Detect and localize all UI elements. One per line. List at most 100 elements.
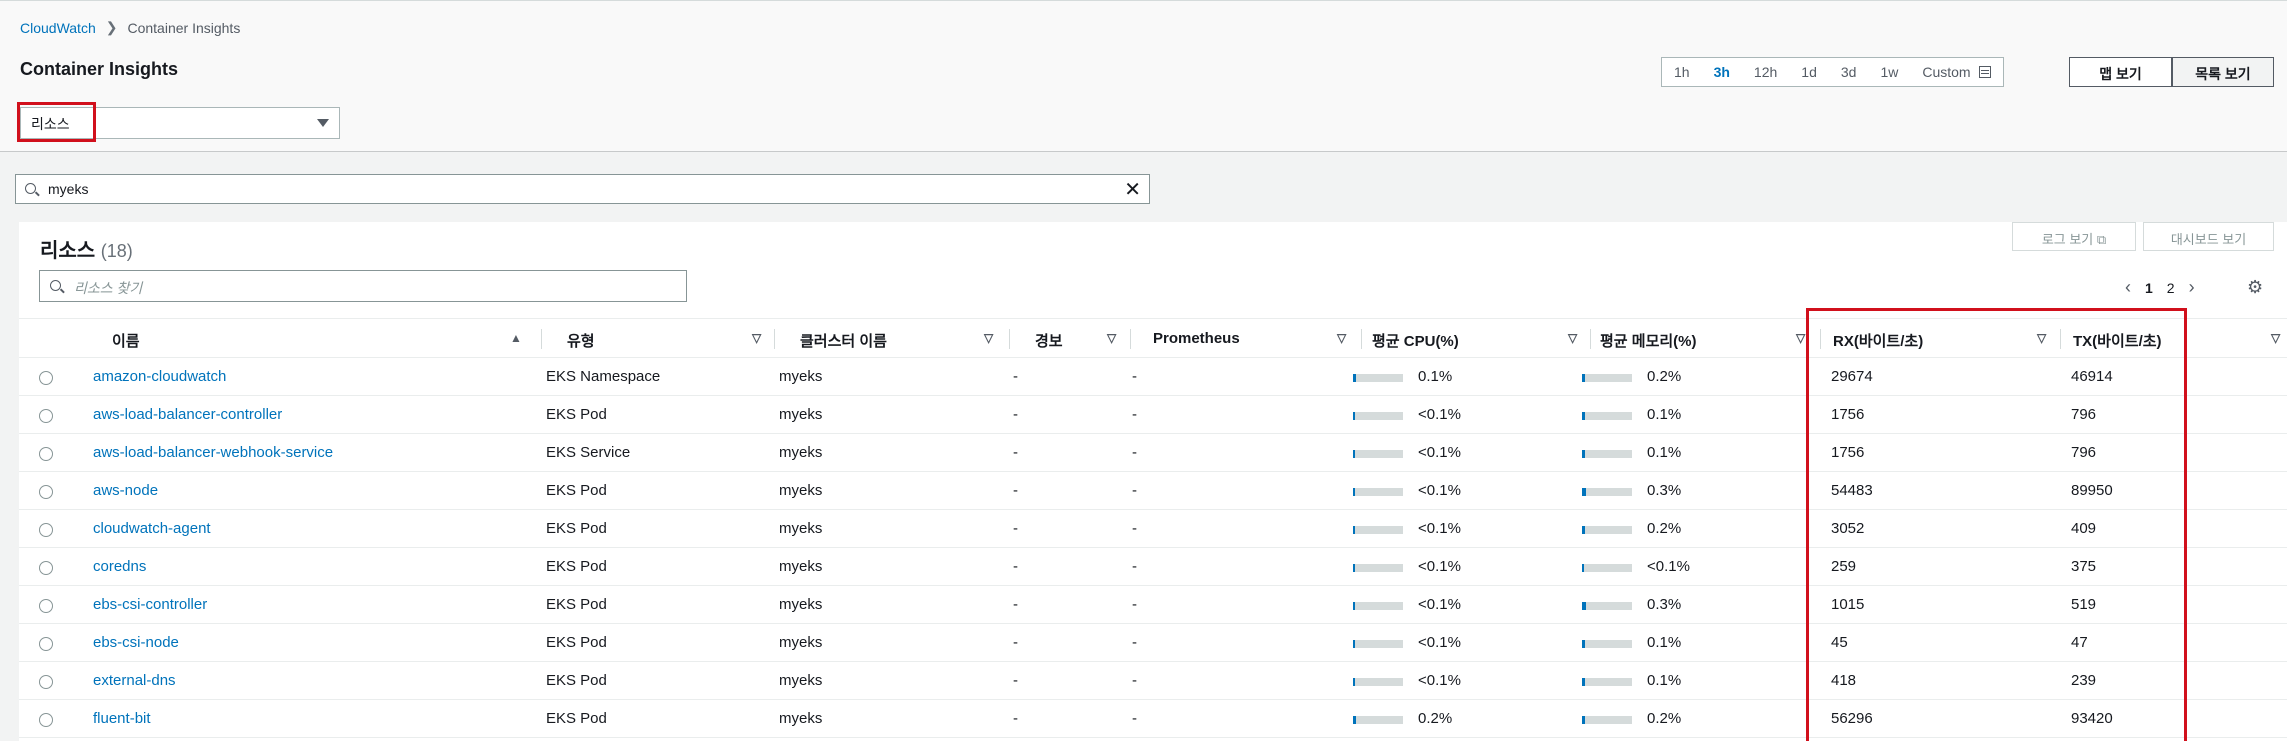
memory-usage-bar bbox=[1582, 564, 1632, 572]
cpu-usage-bar bbox=[1353, 678, 1403, 686]
prometheus-value: - bbox=[1132, 520, 1137, 537]
column-header-cpu[interactable]: 평균 CPU(%) ▽ bbox=[1362, 319, 1591, 359]
breadcrumb: CloudWatch ❯ Container Insights bbox=[20, 19, 240, 36]
panel-title-text: 리소스 bbox=[40, 240, 96, 262]
cluster-name: myeks bbox=[779, 368, 823, 385]
time-range-3d[interactable]: 3d bbox=[1829, 58, 1869, 86]
row-select-radio[interactable] bbox=[39, 675, 53, 689]
resource-name-link[interactable]: ebs-csi-controller bbox=[93, 586, 207, 624]
memory-value: 0.1% bbox=[1647, 444, 1682, 461]
row-select-radio[interactable] bbox=[39, 561, 53, 575]
row-select-radio[interactable] bbox=[39, 523, 53, 537]
resource-name-link[interactable]: amazon-cloudwatch bbox=[93, 358, 226, 396]
sort-ascending-icon[interactable]: ▲ bbox=[510, 331, 522, 345]
breadcrumb-cloudwatch-link[interactable]: CloudWatch bbox=[20, 20, 96, 36]
sort-icon[interactable]: ▽ bbox=[1796, 331, 1805, 345]
memory-usage-bar bbox=[1582, 602, 1632, 610]
column-header-cluster[interactable]: 클러스터 이름 ▽ bbox=[775, 319, 1010, 359]
resource-name-link[interactable]: coredns bbox=[93, 548, 146, 586]
resource-type: EKS Pod bbox=[546, 482, 607, 499]
calendar-icon bbox=[1978, 66, 1991, 78]
sort-icon[interactable]: ▽ bbox=[2271, 331, 2280, 345]
row-select-radio[interactable] bbox=[39, 713, 53, 727]
resource-type: EKS Pod bbox=[546, 558, 607, 575]
sort-icon[interactable]: ▽ bbox=[984, 331, 993, 345]
map-view-button[interactable]: 맵 보기 bbox=[2069, 57, 2172, 87]
view-logs-button[interactable]: 로그 보기 ⧉ bbox=[2012, 222, 2136, 251]
cpu-usage-bar bbox=[1353, 412, 1403, 420]
time-range-3h[interactable]: 3h bbox=[1702, 58, 1742, 86]
column-header-memory[interactable]: 평균 메모리(%) ▽ bbox=[1591, 319, 1821, 359]
sort-icon[interactable]: ▽ bbox=[1337, 331, 1346, 345]
alarm-value: - bbox=[1013, 672, 1018, 689]
cpu-value: <0.1% bbox=[1418, 672, 1461, 689]
resource-type: EKS Namespace bbox=[546, 368, 661, 385]
cpu-usage-bar bbox=[1353, 488, 1403, 496]
memory-usage-bar bbox=[1582, 412, 1632, 420]
row-select-radio[interactable] bbox=[39, 599, 53, 613]
prometheus-value: - bbox=[1132, 482, 1137, 499]
cpu-usage-bar bbox=[1353, 564, 1403, 572]
time-range-1w[interactable]: 1w bbox=[1868, 58, 1910, 86]
list-view-button[interactable]: 목록 보기 bbox=[2172, 57, 2274, 87]
row-select-radio[interactable] bbox=[39, 447, 53, 461]
alarm-value: - bbox=[1013, 710, 1018, 727]
cpu-value: <0.1% bbox=[1418, 520, 1461, 537]
resource-name-link[interactable]: aws-load-balancer-controller bbox=[93, 396, 282, 434]
clear-icon[interactable]: ✕ bbox=[1124, 177, 1141, 202]
row-select-radio[interactable] bbox=[39, 409, 53, 423]
view-dashboard-button[interactable]: 대시보드 보기 bbox=[2143, 222, 2274, 251]
column-header-prometheus[interactable]: Prometheus ▽ bbox=[1131, 319, 1362, 359]
sort-icon[interactable]: ▽ bbox=[752, 331, 761, 345]
cpu-usage-bar bbox=[1353, 374, 1403, 382]
gear-icon[interactable]: ⚙ bbox=[2247, 277, 2263, 298]
row-select-radio[interactable] bbox=[39, 371, 53, 385]
time-range-custom-label: Custom bbox=[1922, 64, 1971, 80]
resource-search-input[interactable]: 리소스 찾기 bbox=[39, 270, 687, 302]
column-header-name-label: 이름 bbox=[112, 333, 140, 350]
page-2[interactable]: 2 bbox=[2167, 280, 2175, 296]
column-header-name[interactable]: 이름 ▲ bbox=[74, 319, 542, 359]
resource-name-link[interactable]: external-dns bbox=[93, 662, 176, 700]
alarm-value: - bbox=[1013, 482, 1018, 499]
cpu-value: <0.1% bbox=[1418, 406, 1461, 423]
column-header-prometheus-label: Prometheus bbox=[1153, 330, 1240, 347]
memory-value: 0.3% bbox=[1647, 596, 1682, 613]
cpu-value: <0.1% bbox=[1418, 482, 1461, 499]
column-header-type[interactable]: 유형 ▽ bbox=[542, 319, 775, 359]
cluster-name: myeks bbox=[779, 596, 823, 613]
time-range-12h[interactable]: 12h bbox=[1742, 58, 1789, 86]
prometheus-value: - bbox=[1132, 672, 1137, 689]
memory-usage-bar bbox=[1582, 374, 1632, 382]
page-1[interactable]: 1 bbox=[2145, 280, 2153, 296]
time-range-1d[interactable]: 1d bbox=[1789, 58, 1829, 86]
row-select-radio[interactable] bbox=[39, 485, 53, 499]
header-area: CloudWatch ❯ Container Insights Containe… bbox=[0, 0, 2287, 152]
resource-search-placeholder: 리소스 찾기 bbox=[74, 280, 143, 296]
resource-name-link[interactable]: fluent-bit bbox=[93, 700, 151, 738]
row-select-radio[interactable] bbox=[39, 637, 53, 651]
time-range-custom[interactable]: Custom bbox=[1910, 58, 2002, 86]
memory-value: 0.2% bbox=[1647, 368, 1682, 385]
resource-name-link[interactable]: ebs-csi-node bbox=[93, 624, 179, 662]
sort-icon[interactable]: ▽ bbox=[1568, 331, 1577, 345]
column-header-memory-label: 평균 메모리(%) bbox=[1600, 333, 1697, 350]
sort-icon[interactable]: ▽ bbox=[1107, 331, 1116, 345]
filter-search-input[interactable]: myeks ✕ bbox=[15, 174, 1150, 204]
cpu-usage-bar bbox=[1353, 716, 1403, 724]
resource-name-link[interactable]: cloudwatch-agent bbox=[93, 510, 211, 548]
time-range-1h[interactable]: 1h bbox=[1662, 58, 1702, 86]
prometheus-value: - bbox=[1132, 368, 1137, 385]
resource-name-link[interactable]: aws-node bbox=[93, 472, 158, 510]
resource-name-link[interactable]: aws-load-balancer-webhook-service bbox=[93, 434, 333, 472]
cluster-name: myeks bbox=[779, 520, 823, 537]
column-header-alarm[interactable]: 경보 ▽ bbox=[1010, 319, 1131, 359]
cluster-name: myeks bbox=[779, 558, 823, 575]
alarm-value: - bbox=[1013, 406, 1018, 423]
cluster-name: myeks bbox=[779, 710, 823, 727]
chevron-right-icon[interactable]: › bbox=[2189, 277, 2195, 298]
view-logs-label: 로그 보기 bbox=[2041, 232, 2094, 247]
memory-value: 0.2% bbox=[1647, 710, 1682, 727]
chevron-left-icon[interactable]: ‹ bbox=[2125, 277, 2131, 298]
select-column-header bbox=[19, 319, 74, 359]
